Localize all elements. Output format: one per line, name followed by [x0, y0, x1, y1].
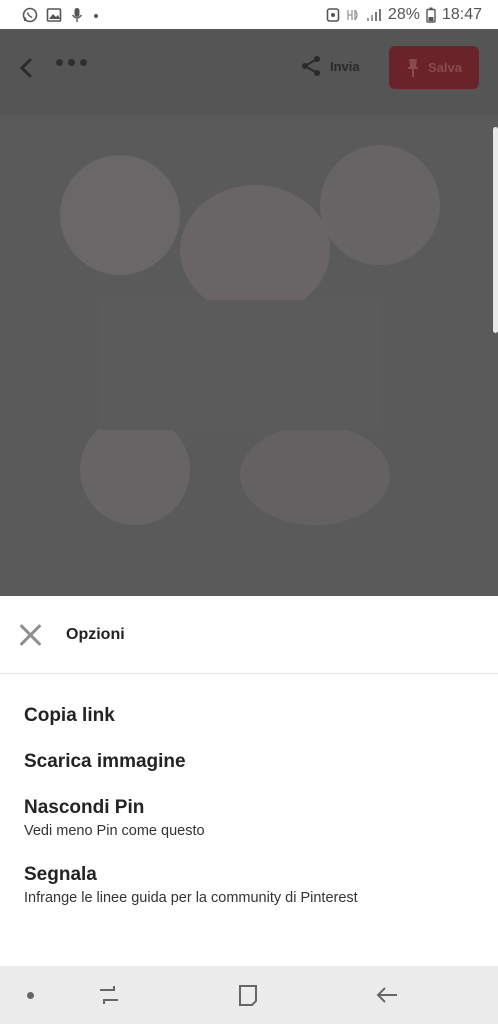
share-label: Invia: [330, 58, 360, 74]
pin-page-overlay[interactable]: Invia Salva: [0, 29, 498, 596]
flower-decoration: [80, 415, 190, 525]
whatsapp-icon: [22, 7, 38, 22]
microphone-icon: [71, 7, 83, 22]
option-label: Scarica immagine: [24, 751, 186, 772]
options-title: Opzioni: [66, 625, 125, 643]
option-label: Segnala: [24, 864, 97, 885]
scrollbar[interactable]: [493, 127, 498, 333]
battery-icon: [426, 7, 436, 23]
status-left-icons: [22, 7, 100, 23]
flower-decoration: [180, 185, 330, 315]
option-copy-link[interactable]: Copia link: [24, 705, 115, 727]
system-navigation-bar: [0, 966, 498, 1024]
more-options-icon[interactable]: [56, 59, 87, 66]
options-sheet-header: Opzioni: [0, 596, 498, 674]
share-icon: [302, 56, 320, 76]
blank-card: [100, 300, 380, 430]
pin-icon: [407, 58, 419, 77]
share-button[interactable]: Invia: [300, 55, 360, 77]
recents-icon[interactable]: [97, 983, 121, 1007]
alarm-icon: [326, 7, 340, 22]
save-button[interactable]: Salva: [389, 46, 479, 89]
home-icon[interactable]: [236, 983, 260, 1007]
pin-image[interactable]: [0, 115, 498, 596]
options-sheet: Opzioni Copia link Scarica immagine Nasc…: [0, 596, 498, 966]
signal-hd-icon: [347, 9, 358, 20]
save-label: Salva: [428, 60, 462, 75]
battery-percentage: 28%: [387, 5, 420, 23]
close-icon[interactable]: [18, 623, 42, 647]
menu-dot-icon[interactable]: [27, 992, 34, 999]
status-bar: 28% 18:47: [0, 0, 498, 29]
option-label: Nascondi Pin: [24, 797, 145, 818]
gallery-icon: [46, 7, 62, 22]
back-icon[interactable]: [375, 983, 399, 1007]
option-hide-pin[interactable]: Nascondi Pin Vedi meno Pin come questo: [24, 797, 205, 839]
signal-bars-icon: [366, 8, 381, 21]
back-chevron-icon[interactable]: [16, 57, 38, 79]
option-download-image[interactable]: Scarica immagine: [24, 751, 186, 773]
pin-header: Invia Salva: [0, 29, 498, 109]
option-subtitle: Infrange le linee guida per la community…: [24, 890, 358, 906]
option-report[interactable]: Segnala Infrange le linee guida per la c…: [24, 864, 358, 906]
clock: 18:47: [441, 5, 482, 23]
flower-decoration: [320, 145, 440, 265]
flower-decoration: [60, 155, 180, 275]
flower-decoration: [240, 425, 390, 525]
status-right-icons: 28% 18:47: [326, 6, 482, 24]
option-subtitle: Vedi meno Pin come questo: [24, 823, 205, 839]
option-label: Copia link: [24, 705, 115, 726]
notification-dot-icon: [94, 13, 98, 18]
